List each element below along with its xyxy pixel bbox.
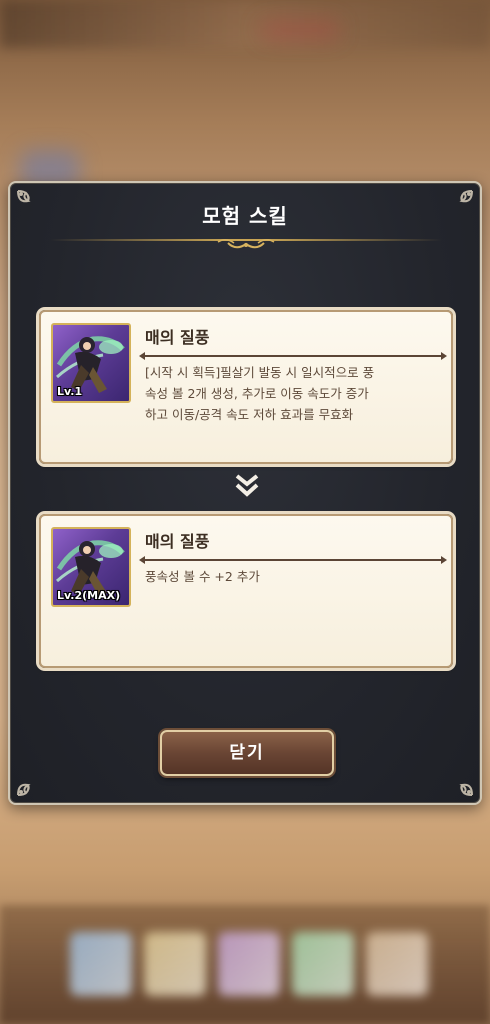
close-button[interactable]: 닫기	[160, 730, 334, 776]
corner-flourish-icon	[452, 775, 474, 797]
background-blur-shape	[260, 20, 340, 40]
chevron-double-down-icon	[235, 474, 259, 497]
skill-card-upgraded: Lv.2(MAX) 매의 질풍 풍속성 볼 수 +2 추가	[39, 514, 453, 668]
background-card	[218, 932, 280, 996]
skill-card-current: Lv.1 매의 질풍 [시작 시 획득]필살기 발동 시 일시적으로 풍 속성 …	[39, 310, 453, 464]
skill-name: 매의 질풍	[145, 328, 210, 347]
skill-portrait: Lv.1	[51, 323, 131, 403]
skill-divider	[139, 352, 447, 360]
skill-divider	[139, 556, 447, 564]
background-card	[144, 932, 206, 996]
skill-portrait: Lv.2(MAX)	[51, 527, 131, 607]
background-card	[292, 932, 354, 996]
background-card	[70, 932, 132, 996]
dialog-title: 모험 스킬	[202, 204, 288, 228]
corner-flourish-icon	[16, 775, 38, 797]
adventure-skill-dialog: 모험 스킬 Lv.1 매의 질풍 [시작 시 획득]필살기 발동 시 일시적으로…	[8, 181, 482, 805]
skill-description: 풍속성 볼 수 +2 추가	[145, 569, 260, 584]
skill-name: 매의 질풍	[145, 532, 210, 551]
skill-description: [시작 시 획득]필살기 발동 시 일시적으로 풍 속성 볼 2개 생성, 추가…	[145, 365, 375, 422]
skill-level-label: Lv.1	[57, 385, 83, 398]
title-divider-ornament	[50, 239, 442, 249]
skill-level-label: Lv.2(MAX)	[57, 589, 121, 602]
background-top-bar	[0, 0, 490, 48]
background-card	[366, 932, 428, 996]
